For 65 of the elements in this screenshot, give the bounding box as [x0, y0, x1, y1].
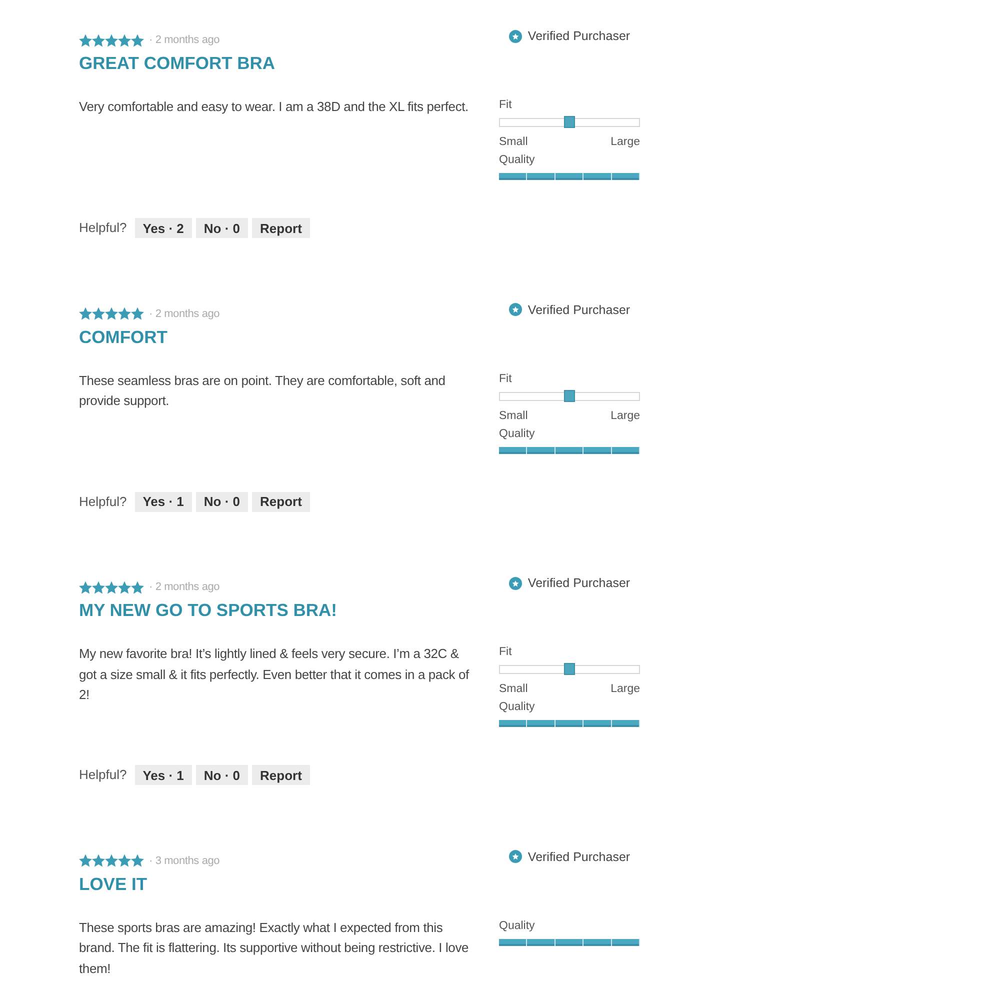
review-text: Very comfortable and easy to wear. I am a 38D and the XL fits perfect.: [79, 98, 470, 116]
report-button[interactable]: Report: [252, 765, 310, 785]
fit-label: Fit: [499, 645, 512, 660]
star-icon: [79, 307, 92, 320]
report-button[interactable]: Report: [252, 218, 310, 238]
review-text: My new favorite bra! It’s lightly lined & feels very secure. I’m a 32C & got a size small & it fits perfectly. Even better that it comes in a pack of 2!: [79, 645, 470, 704]
fit-min-label: Small: [499, 408, 528, 424]
star-circle-icon: [508, 30, 522, 42]
helpful-label: Helpful?: [79, 492, 127, 511]
quality-label: Quality: [499, 153, 535, 168]
review-date: · 2 months ago: [149, 306, 220, 320]
star-icon: [118, 34, 131, 46]
star-icon: [105, 854, 118, 867]
fit-min-label: Small: [499, 682, 528, 697]
star-icon: [79, 34, 92, 46]
star-icon: [92, 854, 105, 867]
verified-label: Verified Purchaser: [528, 302, 630, 318]
verified-label: Verified Purchaser: [528, 575, 630, 591]
star-icon: [118, 580, 131, 594]
yes-vote-button[interactable]: Yes · 1: [134, 492, 192, 512]
quality-label: Quality: [499, 426, 535, 442]
star-icon: [118, 307, 131, 320]
no-vote-button[interactable]: No · 0: [196, 492, 248, 512]
review-title: LOVE IT: [79, 872, 148, 894]
star-icon: [131, 34, 144, 46]
yes-vote-button[interactable]: Yes · 1: [134, 765, 192, 785]
fit-label: Fit: [499, 98, 512, 113]
star-icon: [105, 307, 118, 320]
star-icon: [92, 34, 105, 46]
fit-max-label: Large: [610, 682, 640, 697]
review-title: GREAT COMFORT BRA: [79, 52, 276, 74]
yes-vote-button[interactable]: Yes · 2: [134, 218, 192, 238]
star-icon: [92, 307, 105, 320]
review-title: COMFORT: [79, 326, 168, 348]
star-circle-icon: [508, 850, 522, 863]
quality-label: Quality: [499, 918, 535, 934]
star-icon: [79, 580, 92, 594]
review-text: These seamless bras are on point. They are comfortable, soft and provide support.: [79, 372, 446, 410]
star-icon: [105, 580, 118, 594]
verified-label: Verified Purchaser: [528, 848, 630, 864]
verified-label: Verified Purchaser: [528, 28, 630, 44]
fit-label: Fit: [499, 372, 512, 386]
star-icon: [131, 580, 144, 594]
star-circle-icon: [508, 303, 522, 316]
review-date: · 2 months ago: [149, 580, 220, 594]
fit-min-label: Small: [499, 135, 528, 150]
star-icon: [118, 854, 131, 867]
star-icon: [105, 34, 118, 46]
helpful-label: Helpful?: [79, 766, 127, 784]
star-circle-icon: [508, 576, 522, 590]
report-button[interactable]: Report: [252, 492, 310, 512]
no-vote-button[interactable]: No · 0: [196, 765, 248, 785]
no-vote-button[interactable]: No · 0: [196, 218, 248, 238]
fit-max-label: Large: [610, 408, 640, 424]
star-icon: [79, 854, 92, 867]
review-title: MY NEW GO TO SPORTS BRA!: [79, 599, 337, 621]
star-icon: [131, 854, 144, 867]
star-icon: [131, 307, 144, 320]
helpful-label: Helpful?: [79, 219, 127, 237]
fit-max-label: Large: [610, 135, 640, 150]
review-text: These sports bras are amazing! Exactly what I expected from this brand. The fit is flattering. Its supportive without being restrictive. I love them!: [79, 918, 470, 978]
star-icon: [92, 580, 105, 594]
quality-label: Quality: [499, 700, 535, 715]
review-date: · 2 months ago: [149, 33, 220, 47]
review-date: · 3 months ago: [149, 854, 220, 868]
